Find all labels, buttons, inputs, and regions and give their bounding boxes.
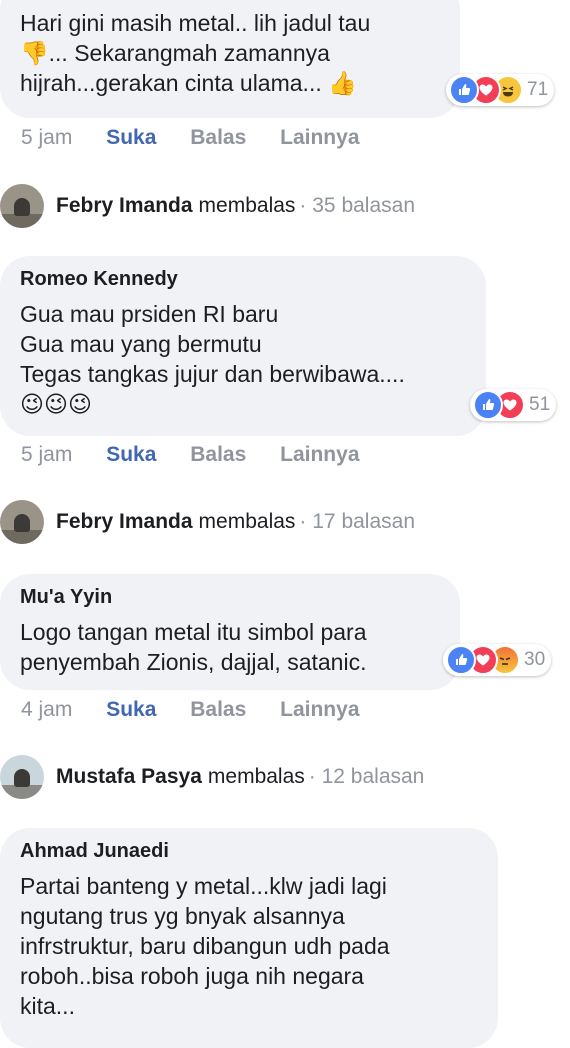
comment-time: 4 jam bbox=[21, 698, 73, 721]
more-link[interactable]: Lainnya bbox=[280, 698, 359, 722]
like-link[interactable]: Suka bbox=[106, 126, 156, 150]
comment-text: Hari gini masih metal.. lih jadul tau 👎.… bbox=[20, 10, 371, 96]
reply-link[interactable]: Balas bbox=[190, 443, 246, 467]
reaction-count: 51 bbox=[529, 394, 551, 415]
comment-actions: 5 jam Suka Balas Lainnya bbox=[21, 126, 388, 150]
reply-author[interactable]: Febry Imanda bbox=[56, 510, 193, 534]
reaction-summary[interactable]: 71 bbox=[446, 74, 555, 106]
like-reaction-icon bbox=[473, 390, 503, 420]
reply-verb: membalas bbox=[207, 765, 305, 788]
comment-author[interactable]: Romeo Kennedy bbox=[20, 268, 466, 291]
comment-bubble[interactable]: Mu'a Yyin Logo tangan metal itu simbol p… bbox=[0, 574, 460, 690]
reaction-count: 30 bbox=[524, 649, 546, 670]
like-link[interactable]: Suka bbox=[106, 443, 156, 467]
more-link[interactable]: Lainnya bbox=[280, 443, 359, 467]
comment-text: Partai banteng y metal...klw jadi lagi n… bbox=[20, 873, 390, 1019]
reply-verb: membalas bbox=[198, 510, 296, 533]
comment-author[interactable]: Mu'a Yyin bbox=[20, 586, 440, 609]
comment-actions: 5 jam Suka Balas Lainnya bbox=[21, 443, 388, 467]
more-link[interactable]: Lainnya bbox=[280, 126, 359, 150]
reaction-summary[interactable]: 51 bbox=[470, 389, 557, 421]
reply-summary[interactable]: Mustafa Pasya membalas · 12 balasan bbox=[0, 753, 424, 801]
like-reaction-icon bbox=[446, 645, 476, 675]
avatar bbox=[0, 500, 44, 544]
comment-time: 5 jam bbox=[21, 443, 73, 466]
comment-actions: 4 jam Suka Balas Lainnya bbox=[21, 698, 388, 722]
reply-summary[interactable]: Febry Imanda membalas · 35 balasan bbox=[0, 182, 415, 230]
reply-count: · 35 balasan bbox=[299, 194, 416, 217]
comment-time: 5 jam bbox=[21, 126, 73, 149]
comment-text: Gua mau prsiden RI baru Gua mau yang ber… bbox=[20, 301, 405, 417]
avatar bbox=[0, 755, 44, 799]
reply-summary[interactable]: Febry Imanda membalas · 17 balasan bbox=[0, 498, 415, 546]
comment-bubble[interactable]: Romeo Kennedy Gua mau prsiden RI baru Gu… bbox=[0, 256, 486, 436]
like-reaction-icon bbox=[449, 75, 479, 105]
comment-author[interactable]: Ahmad Junaedi bbox=[20, 840, 478, 863]
reaction-count: 71 bbox=[527, 79, 549, 100]
reply-author[interactable]: Mustafa Pasya bbox=[56, 765, 202, 789]
comment-bubble[interactable]: Hari gini masih metal.. lih jadul tau 👎.… bbox=[0, 0, 460, 118]
reaction-summary[interactable]: 30 bbox=[443, 644, 552, 676]
comment-text: Logo tangan metal itu simbol para penyem… bbox=[20, 619, 367, 675]
reply-author[interactable]: Febry Imanda bbox=[56, 194, 193, 218]
reply-count: · 12 balasan bbox=[308, 765, 425, 788]
avatar bbox=[0, 184, 44, 228]
reply-count: · 17 balasan bbox=[299, 510, 416, 533]
reply-link[interactable]: Balas bbox=[190, 698, 246, 722]
like-link[interactable]: Suka bbox=[106, 698, 156, 722]
reply-verb: membalas bbox=[198, 194, 296, 217]
comment-bubble[interactable]: Ahmad Junaedi Partai banteng y metal...k… bbox=[0, 828, 498, 1048]
reply-link[interactable]: Balas bbox=[190, 126, 246, 150]
